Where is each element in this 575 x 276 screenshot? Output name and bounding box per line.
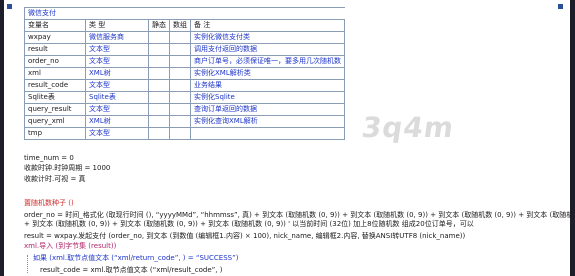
- code-block-guide: [27, 255, 28, 273]
- code-line-time-num[interactable]: time_num = 0: [24, 154, 74, 163]
- header-note: 备 注: [190, 19, 345, 32]
- cell-note[interactable]: 实例化XML解析类: [190, 67, 345, 80]
- table-header-row: 变量名 类 型 静态 数组 备 注: [24, 19, 345, 32]
- cell-array[interactable]: [169, 79, 191, 92]
- cell-array[interactable]: [169, 67, 191, 80]
- header-array: 数组: [169, 19, 191, 32]
- cell-static[interactable]: [148, 127, 170, 140]
- cell-type[interactable]: 文本型: [85, 127, 149, 140]
- table-title[interactable]: 微信支付: [24, 7, 345, 20]
- cell-name[interactable]: query_result: [24, 103, 86, 116]
- cell-array[interactable]: [169, 55, 191, 68]
- table-row[interactable]: wxpay 微信服务商 实例化微信支付类: [24, 31, 345, 44]
- code-line-order-no[interactable]: order_no = 时间_格式化 (取现行时间 (), “yyyyMMd”, …: [24, 211, 573, 220]
- cell-type[interactable]: 文本型: [85, 103, 149, 116]
- cell-name[interactable]: query_xml: [24, 115, 86, 128]
- cell-note[interactable]: 商户订单号，必须保证唯一，要多用几次随机数: [190, 55, 345, 68]
- header-variable-name: 变量名: [24, 19, 86, 32]
- cell-static[interactable]: [148, 115, 170, 128]
- cell-note[interactable]: 调用支付返回的数据: [190, 43, 345, 56]
- table-row[interactable]: query_xml XML树 实例化查询XML解析: [24, 115, 345, 128]
- table-row[interactable]: result 文本型 调用支付返回的数据: [24, 43, 345, 56]
- cell-name[interactable]: xml: [24, 67, 86, 80]
- cell-static[interactable]: [148, 91, 170, 104]
- window-right-edge: [570, 0, 575, 276]
- cell-type[interactable]: 文本型: [85, 43, 149, 56]
- header-type: 类 型: [85, 19, 149, 32]
- code-line-timer-visible[interactable]: 收款计时.可视 = 真: [24, 175, 86, 184]
- table-row[interactable]: query_result 文本型 查询订单返回的数据: [24, 103, 345, 116]
- watermark-logo: 3q4m: [359, 111, 457, 144]
- cell-static[interactable]: [148, 31, 170, 44]
- code-line-if-success[interactable]: 如果 (xml.取节点值文本 (“xml/return_code”, ) = “…: [33, 254, 238, 263]
- cell-note[interactable]: 业务结果: [190, 79, 345, 92]
- cell-name[interactable]: Sqlite表: [24, 91, 86, 104]
- cell-name[interactable]: result_code: [24, 79, 86, 92]
- selection-marker-top-right[interactable]: [558, 4, 563, 9]
- selection-marker-top-left[interactable]: [7, 4, 12, 9]
- code-line-pay-call[interactable]: result = wxpay.发起支付 (order_no, 到文本 (到数值 …: [24, 232, 465, 241]
- cell-type[interactable]: XML树: [85, 67, 149, 80]
- cell-name[interactable]: result: [24, 43, 86, 56]
- cell-note[interactable]: 查询订单返回的数据: [190, 103, 345, 116]
- cell-name[interactable]: tmp: [24, 127, 86, 140]
- cell-static[interactable]: [148, 55, 170, 68]
- header-static: 静态: [148, 19, 170, 32]
- cell-name[interactable]: order_no: [24, 55, 86, 68]
- cell-type[interactable]: 文本型: [85, 55, 149, 68]
- cell-type[interactable]: 微信服务商: [85, 31, 149, 44]
- table-row[interactable]: xml XML树 实例化XML解析类: [24, 67, 345, 80]
- cell-array[interactable]: [169, 91, 191, 104]
- cell-type[interactable]: 文本型: [85, 79, 149, 92]
- cell-array[interactable]: [169, 103, 191, 116]
- cell-note[interactable]: 实例化查询XML解析: [190, 115, 345, 128]
- cell-name[interactable]: wxpay: [24, 31, 86, 44]
- code-line-order-no-continued[interactable]: + 到文本 (取随机数 (0, 9)) + 到文本 (取随机数 (0, 9)) …: [24, 220, 474, 229]
- cell-type[interactable]: Sqlite表: [85, 91, 149, 104]
- table-title-row: 微信支付: [24, 7, 345, 20]
- cell-array[interactable]: [169, 31, 191, 44]
- code-line-clock-period[interactable]: 收款时钟.时钟周期 = 1000: [24, 164, 110, 173]
- code-line-xml-import[interactable]: xml.导入 (到字节集 (result)): [24, 242, 116, 251]
- cell-note[interactable]: 实例化Sqlite: [190, 91, 345, 104]
- table-row[interactable]: Sqlite表 Sqlite表 实例化Sqlite: [24, 91, 345, 104]
- table-row[interactable]: result_code 文本型 业务结果: [24, 79, 345, 92]
- cell-array[interactable]: [169, 43, 191, 56]
- code-line-random-seed[interactable]: 置随机数种子 (): [24, 199, 74, 208]
- cell-static[interactable]: [148, 103, 170, 116]
- cell-note[interactable]: 实例化微信支付类: [190, 31, 345, 44]
- cell-array[interactable]: [169, 115, 191, 128]
- cell-static[interactable]: [148, 43, 170, 56]
- cell-array[interactable]: [169, 127, 191, 140]
- cell-static[interactable]: [148, 67, 170, 80]
- table-row[interactable]: tmp 文本型: [24, 127, 345, 140]
- variable-table: 微信支付 变量名 类 型 静态 数组 备 注 wxpay 微信服务商 实例化微信…: [24, 7, 345, 140]
- table-row[interactable]: order_no 文本型 商户订单号，必须保证唯一，要多用几次随机数: [24, 55, 345, 68]
- window-left-edge: [0, 0, 4, 276]
- cell-static[interactable]: [148, 79, 170, 92]
- cell-type[interactable]: XML树: [85, 115, 149, 128]
- cell-note[interactable]: [190, 127, 345, 140]
- code-line-result-code[interactable]: result_code = xml.取节点值文本 (“xml/result_co…: [40, 266, 222, 275]
